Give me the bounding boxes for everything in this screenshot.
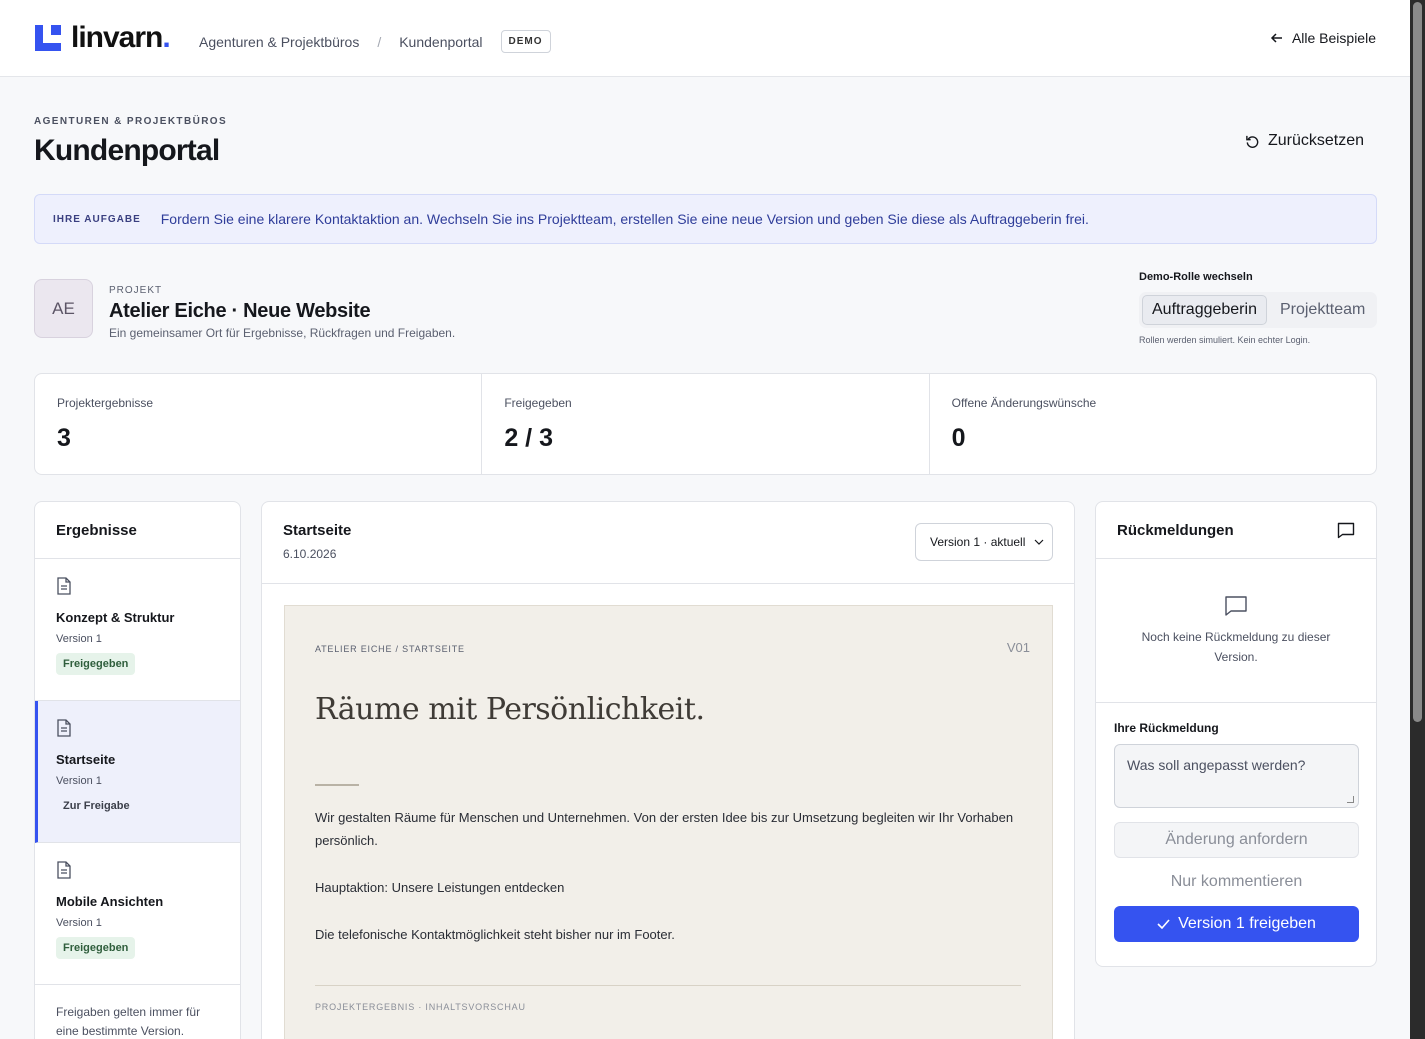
role-switch: Auftraggeberin Projektteam (1139, 292, 1377, 328)
stats-bar: Projektergebnisse 3 Freigegeben 2 / 3 Of… (34, 373, 1377, 475)
feedback-textarea[interactable]: Was soll angepasst werden? (1114, 744, 1359, 808)
document-icon (57, 719, 71, 737)
project-subtitle: Ein gemeinsamer Ort für Ergebnisse, Rück… (109, 326, 456, 340)
role-note: Rollen werden simuliert. Kein echter Log… (1139, 335, 1311, 345)
brand-name: linvarn. (71, 21, 171, 54)
all-examples-link[interactable]: Alle Beispiele (1270, 30, 1376, 46)
result-item-version: Version 1 (56, 917, 102, 929)
result-item-homepage[interactable]: Startseite Version 1 Zur Freigabe (35, 701, 240, 843)
feedback-title: Rückmeldungen (1117, 521, 1234, 539)
chevron-down-icon (1034, 539, 1044, 545)
preview-cta: Hauptaktion: Unsere Leistungen entdecken (315, 880, 565, 895)
brand-logo[interactable]: linvarn. (35, 21, 171, 54)
stat-value: 3 (57, 424, 71, 452)
detail-date: 6.10.2026 (283, 547, 337, 561)
content-preview: ATELIER EICHE / STARTSEITE V01 Räume mit… (284, 605, 1053, 1039)
role-switch-label: Demo-Rolle wechseln (1139, 271, 1253, 283)
page-title: Kundenportal (34, 134, 220, 167)
approve-label: Version 1 freigeben (1178, 915, 1316, 932)
project-eyebrow: PROJEKT (109, 285, 163, 296)
result-item-mobile[interactable]: Mobile Ansichten Version 1 Freigegeben (35, 843, 240, 985)
detail-title: Startseite (283, 522, 352, 539)
feedback-empty-text: Noch keine Rückmeldung zu dieser Version… (1141, 630, 1331, 664)
feedback-header: Rückmeldungen (1096, 502, 1376, 559)
top-bar: linvarn. Agenturen & Projektbüros / Kund… (0, 0, 1410, 77)
breadcrumb-item-agencies[interactable]: Agenturen & Projektbüros (199, 34, 359, 50)
demo-badge: DEMO (500, 30, 551, 53)
version-select-value: Version 1 · aktuell (930, 535, 1026, 549)
stat-label: Offene Änderungswünsche (951, 396, 1097, 410)
result-item-concept[interactable]: Konzept & Struktur Version 1 Freigegeben (35, 559, 240, 701)
stat-label: Freigegeben (504, 396, 572, 410)
status-badge: Freigegeben (56, 653, 136, 675)
request-change-button[interactable]: Änderung anfordern (1114, 822, 1359, 858)
result-item-title: Startseite (56, 752, 116, 767)
preview-footer: PROJEKTERGEBNIS · INHALTSVORSCHAU (315, 1002, 526, 1012)
reset-label: Zurücksetzen (1267, 132, 1364, 149)
role-option-team[interactable]: Projektteam (1271, 295, 1374, 325)
task-label: IHRE AUFGABE (53, 213, 141, 225)
approve-version-button[interactable]: Version 1 freigeben (1114, 906, 1359, 942)
result-item-version: Version 1 (56, 775, 102, 787)
document-icon (57, 577, 71, 595)
preview-rule (315, 985, 1021, 986)
result-item-version: Version 1 (56, 633, 102, 645)
task-text: Fordern Sie eine klarere Kontaktaktion a… (160, 211, 1089, 227)
results-note: Freigaben gelten immer für eine bestimmt… (56, 1005, 201, 1038)
stat-approved: Freigegeben 2 / 3 (482, 374, 930, 474)
preview-contact: Die telefonische Kontaktmöglichkeit steh… (315, 927, 675, 942)
results-panel: Ergebnisse Konzept & Struktur Version 1 … (34, 501, 241, 1039)
stat-label: Projektergebnisse (57, 396, 154, 410)
role-option-client[interactable]: Auftraggeberin (1142, 295, 1267, 325)
comment-only-button[interactable]: Nur kommentieren (1114, 862, 1359, 902)
project-avatar: AE (34, 279, 93, 338)
stat-results: Projektergebnisse 3 (35, 374, 483, 474)
logo-mark-icon (35, 25, 61, 51)
stat-open-requests: Offene Änderungswünsche 0 (930, 374, 1376, 474)
detail-header: Startseite 6.10.2026 Version 1 · aktuell (262, 502, 1074, 584)
version-select[interactable]: Version 1 · aktuell (915, 523, 1053, 561)
results-title: Ergebnisse (35, 502, 240, 559)
document-icon (57, 861, 71, 879)
check-icon (1157, 919, 1170, 929)
scrollbar-thumb[interactable] (1413, 2, 1422, 722)
stat-value: 2 / 3 (504, 424, 553, 452)
stat-value: 0 (951, 424, 966, 452)
all-examples-label: Alle Beispiele (1291, 30, 1376, 46)
reset-button[interactable]: Zurücksetzen (1245, 132, 1364, 150)
preview-headline: Räume mit Persönlichkeit. (315, 692, 705, 727)
breadcrumb-separator: / (377, 33, 382, 50)
preview-eyebrow: ATELIER EICHE / STARTSEITE (315, 644, 465, 654)
result-item-title: Mobile Ansichten (56, 894, 164, 909)
comment-icon (1337, 522, 1355, 538)
arrow-left-icon (1270, 33, 1282, 43)
status-badge: Freigegeben (56, 937, 136, 959)
feedback-empty-state: Noch keine Rückmeldung zu dieser Version… (1096, 559, 1376, 703)
feedback-form-label: Ihre Rückmeldung (1114, 721, 1219, 735)
resize-handle-icon[interactable] (1347, 796, 1354, 803)
comment-icon (1225, 596, 1247, 616)
feedback-form: Ihre Rückmeldung Was soll angepasst werd… (1096, 703, 1376, 960)
preview-version: V01 (1006, 640, 1030, 655)
breadcrumb-item-portal[interactable]: Kundenportal (399, 34, 482, 50)
breadcrumb: Agenturen & Projektbüros / Kundenportal … (199, 30, 551, 53)
page-eyebrow: AGENTUREN & PROJEKTBÜROS (34, 116, 228, 127)
project-title: Atelier Eiche · Neue Website (109, 300, 371, 322)
status-badge: Zur Freigabe (63, 800, 130, 812)
preview-intro: Wir gestalten Räume für Menschen und Unt… (315, 810, 1014, 848)
result-detail-panel: Startseite 6.10.2026 Version 1 · aktuell… (261, 501, 1075, 1039)
preview-divider (315, 784, 359, 786)
feedback-panel: Rückmeldungen Noch keine Rückmeldung zu … (1095, 501, 1377, 967)
feedback-placeholder: Was soll angepasst werden? (1127, 757, 1306, 773)
scrollbar[interactable] (1410, 0, 1425, 1039)
result-item-title: Konzept & Struktur (56, 610, 175, 625)
task-banner: IHRE AUFGABE Fordern Sie eine klarere Ko… (34, 194, 1377, 244)
reset-icon (1246, 135, 1259, 148)
